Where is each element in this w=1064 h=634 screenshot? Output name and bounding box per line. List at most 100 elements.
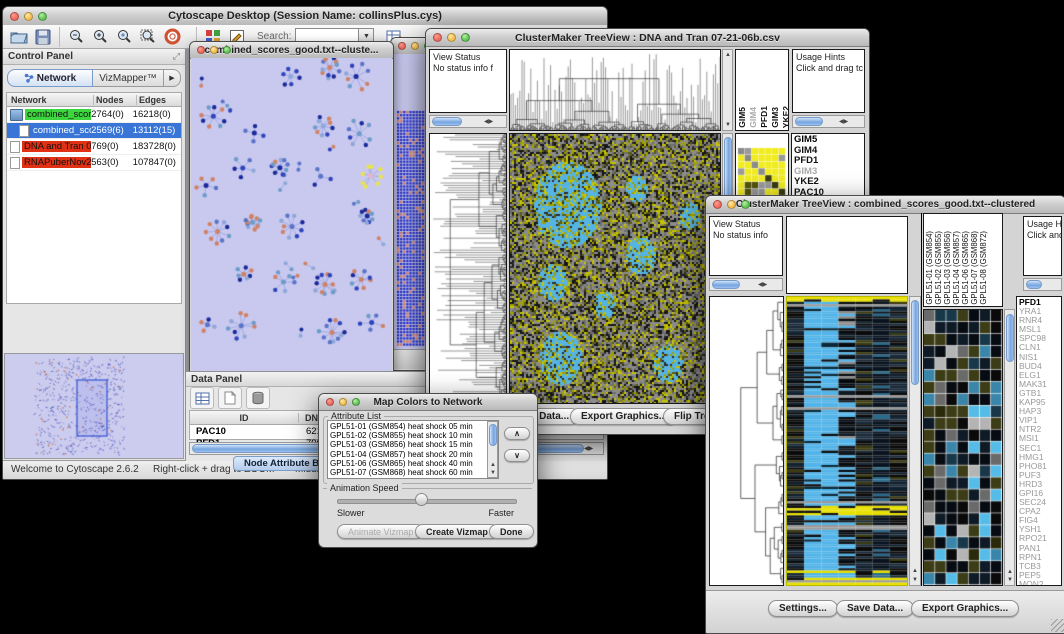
scroll-up-icon[interactable]: ▲ <box>490 462 496 468</box>
treeview-button[interactable]: Export Graphics... <box>911 600 1019 617</box>
scrollbar-thumb[interactable] <box>911 300 919 385</box>
tv2-hints-hscrollbar[interactable] <box>1023 278 1062 291</box>
zoom-window-icon[interactable] <box>352 398 360 406</box>
tv1-heatmap[interactable] <box>509 133 721 404</box>
scroll-down-icon[interactable]: ▼ <box>490 470 496 476</box>
tv1-column-scroll-strip[interactable]: ▲ ▼ <box>722 49 733 131</box>
attribute-item[interactable]: GPL51-03 (GSM856) heat shock 15 min <box>330 440 496 449</box>
col-id[interactable]: ID <box>190 413 299 423</box>
tv1-column-dendrogram[interactable] <box>509 49 721 131</box>
close-icon[interactable] <box>398 42 406 50</box>
zoom-fit-icon[interactable] <box>136 27 160 47</box>
row-dendrogram-canvas[interactable] <box>710 297 783 585</box>
scroll-down-icon[interactable]: ▼ <box>912 577 918 583</box>
help-icon[interactable] <box>160 27 184 47</box>
zoom-heatmap-canvas[interactable] <box>924 310 1002 585</box>
close-icon[interactable] <box>10 12 19 21</box>
attribute-item[interactable]: GPL51-07 (GSM868) heat shock 60 min <box>330 468 496 477</box>
tab-overflow-icon[interactable]: ▶ <box>164 69 181 87</box>
select-attributes-icon[interactable] <box>190 387 214 409</box>
minimize-icon[interactable] <box>24 12 33 21</box>
animate-vizmap-button[interactable]: Animate Vizmap <box>337 524 424 539</box>
scroll-right-icon[interactable]: ▶ <box>763 282 768 288</box>
attribute-item[interactable]: GPL51-04 (GSM857) heat shock 20 min <box>330 450 496 459</box>
treeview-button[interactable]: Save Data... <box>836 600 914 617</box>
attribute-item[interactable]: GPL51-02 (GSM855) heat shock 10 min <box>330 431 496 440</box>
main-titlebar[interactable]: Cytoscape Desktop (Session Name: collins… <box>3 7 607 26</box>
row-dendrogram-canvas[interactable] <box>430 134 506 403</box>
float-panel-icon[interactable]: ⤢ <box>173 51 180 62</box>
minimize-icon[interactable] <box>210 46 218 54</box>
save-session-icon[interactable] <box>31 27 55 47</box>
network-table-row[interactable]: combined_sco 2569(6) 13112(15) <box>7 123 181 139</box>
scrollbar-thumb[interactable] <box>1006 314 1014 362</box>
move-up-button[interactable]: ∧ <box>504 427 530 440</box>
tv1-row-dendrogram[interactable] <box>429 133 507 404</box>
resize-grip[interactable] <box>1051 619 1064 632</box>
tv1-hints-hscrollbar[interactable]: ◀▶ <box>792 115 865 128</box>
scrollbar-thumb[interactable] <box>432 117 462 126</box>
tv2-status-hscrollbar[interactable]: ◀▶ <box>709 278 783 291</box>
tv2-column-tree[interactable] <box>786 216 908 294</box>
birdseye-canvas[interactable] <box>5 354 183 458</box>
network-window-1-titlebar[interactable]: combined_scores_good.txt--cluste... <box>190 42 393 59</box>
scrollbar-thumb[interactable] <box>712 280 740 289</box>
zoom-in-icon[interactable] <box>88 27 112 47</box>
scrollbar-thumb[interactable] <box>1026 280 1042 289</box>
delete-attribute-icon[interactable] <box>246 387 270 409</box>
scrollbar-thumb[interactable] <box>489 424 497 446</box>
scroll-right-icon[interactable]: ▶ <box>844 119 849 125</box>
scroll-up-icon[interactable]: ▲ <box>912 568 918 574</box>
create-vizmap-button[interactable]: Create Vizmap <box>415 524 499 539</box>
attribute-item[interactable]: GPL51-01 (GSM854) heat shock 05 min <box>330 422 496 431</box>
attribute-item[interactable]: GPL51-06 (GSM865) heat shock 40 min <box>330 459 496 468</box>
tv2-vscrollbar[interactable]: ▲ ▼ <box>909 296 921 586</box>
scroll-right-icon[interactable]: ▶ <box>589 446 594 452</box>
minimize-icon[interactable] <box>727 200 736 209</box>
tv2-zoom-heatmap[interactable] <box>923 309 1003 586</box>
tab-network[interactable]: Network <box>7 69 93 87</box>
scroll-right-icon[interactable]: ▶ <box>489 119 494 125</box>
close-icon[interactable] <box>197 46 205 54</box>
close-icon[interactable] <box>326 398 334 406</box>
col-edges[interactable]: Edges <box>137 95 181 105</box>
heatmap-canvas[interactable] <box>510 134 720 403</box>
scroll-down-icon[interactable]: ▼ <box>1007 577 1013 583</box>
zoom-window-icon[interactable] <box>741 200 750 209</box>
treeview-button[interactable]: Export Graphics... <box>570 408 678 425</box>
tv2-right-vscrollbar[interactable]: ▲ ▼ <box>1004 309 1015 586</box>
zoom-window-icon[interactable] <box>461 33 470 42</box>
tv2-row-dendrogram[interactable] <box>709 296 784 586</box>
col-network[interactable]: Network <box>7 95 94 105</box>
open-session-icon[interactable] <box>7 27 31 47</box>
minimize-icon[interactable] <box>339 398 347 406</box>
tv2-heatmap[interactable] <box>786 296 908 586</box>
zoom-out-icon[interactable] <box>64 27 88 47</box>
scrollbar-thumb[interactable] <box>795 117 823 126</box>
scroll-up-icon[interactable]: ▲ <box>725 52 731 58</box>
zoom-window-icon[interactable] <box>223 46 231 54</box>
network-table-row[interactable]: DNA and Tran 07 769(0) 183728(0) <box>7 139 181 155</box>
col-nodes[interactable]: Nodes <box>94 95 137 105</box>
done-button[interactable]: Done <box>489 524 534 539</box>
attribute-list[interactable]: GPL51-01 (GSM854) heat shock 05 minGPL51… <box>327 420 499 479</box>
tv1-status-hscrollbar[interactable]: ◀▶ <box>429 115 507 128</box>
heatmap-canvas[interactable] <box>787 297 907 585</box>
move-down-button[interactable]: ∨ <box>504 449 530 462</box>
network-table-row[interactable]: combined_scores 2764(0) 16218(0) <box>7 107 181 123</box>
tab-vizmapper[interactable]: VizMapper™ <box>93 69 164 87</box>
scroll-down-icon[interactable]: ▼ <box>725 122 731 128</box>
attribute-list-vscrollbar[interactable]: ▲ ▼ <box>487 421 498 478</box>
column-dendrogram-canvas[interactable] <box>510 50 720 130</box>
dialog-titlebar[interactable]: Map Colors to Network <box>319 394 537 411</box>
speed-slider-thumb[interactable] <box>415 493 428 506</box>
close-icon[interactable] <box>713 200 722 209</box>
treeview-button[interactable]: Settings... <box>768 600 838 617</box>
new-attribute-icon[interactable] <box>218 387 242 409</box>
network-table-row[interactable]: RNAPuberNov2+ 563(0) 107847(0) <box>7 155 181 171</box>
zoom-window-icon[interactable] <box>38 12 47 21</box>
birdseye-view[interactable] <box>4 353 184 459</box>
treeview2-titlebar[interactable]: ClusterMaker TreeView : combined_scores_… <box>706 196 1064 214</box>
minimize-icon[interactable] <box>447 33 456 42</box>
zoom-selected-icon[interactable] <box>112 27 136 47</box>
